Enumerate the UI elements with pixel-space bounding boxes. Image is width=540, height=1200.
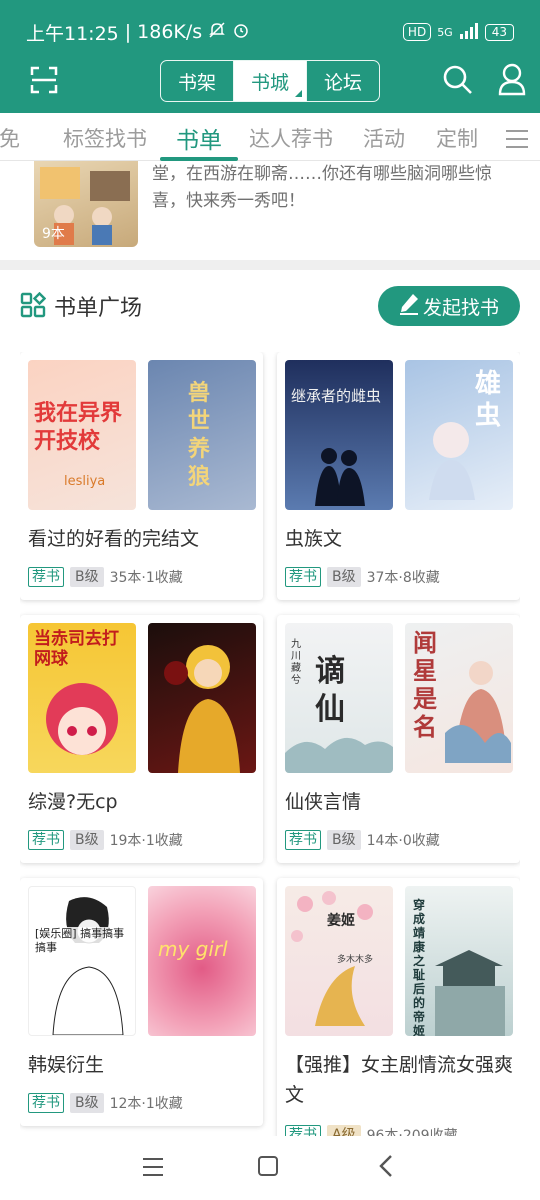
hd-icon: HD (402, 23, 432, 41)
book-cover: 兽世养狼 (148, 360, 256, 510)
book-cover: 当赤司去打网球 (28, 623, 136, 773)
book-cover: 继承者的雌虫 (285, 360, 393, 510)
card-covers: 继承者的雌虫 雄虫 (285, 360, 513, 512)
segment-bookstore[interactable]: 书城 (233, 61, 306, 101)
alarm-icon (232, 21, 250, 44)
card-stats: 19本·1收藏 (109, 833, 183, 849)
status-speed: 186K/s (137, 21, 203, 43)
level-badge: B级 (70, 1093, 104, 1113)
level-badge: B级 (327, 830, 361, 850)
home-icon[interactable] (258, 1156, 278, 1176)
card-title: 【强推】女主剧情流女强爽文 (285, 1054, 514, 1106)
system-nav-bar (0, 1136, 540, 1200)
level-badge: B级 (70, 567, 104, 587)
book-cover (148, 623, 256, 773)
card-tags: 荐书 B级 14本·0收藏 (285, 830, 440, 850)
card-tags: 荐书 A级 96本·209收藏 (285, 1125, 458, 1136)
tab-menu-icon[interactable] (506, 130, 528, 148)
section-header: 书单广场 发起找书 (0, 270, 540, 342)
book-cover: [娱乐圈] 搞事搞事搞事 (28, 886, 136, 1036)
card-stats: 14本·0收藏 (366, 833, 440, 849)
card-covers: 谪仙 九川藏兮 闻星是名 (285, 623, 513, 775)
card-covers: [娱乐圈] 搞事搞事搞事 my girl (28, 886, 256, 1038)
card-title: 虫族文 (285, 528, 343, 550)
booklist-cover: 9本 (34, 161, 138, 247)
card-title: 综漫?无cp (28, 791, 118, 813)
card-tags: 荐书 B级 12本·1收藏 (28, 1093, 183, 1113)
recommend-badge: 荐书 (28, 567, 64, 587)
card-stats: 37本·8收藏 (366, 570, 440, 586)
tab-custom[interactable]: 定制 (436, 123, 478, 153)
card-tags: 荐书 B级 19本·1收藏 (28, 830, 183, 850)
booklist-description: 堂，在西游在聊斋……你还有哪些脑洞哪些惊喜，快来秀一秀吧！ (152, 164, 492, 211)
recommend-badge: 荐书 (28, 830, 64, 850)
level-badge: A级 (327, 1125, 361, 1136)
booklist-card[interactable]: 我在异界开技校 lesliya 兽世养狼 看过的好看的完结文 荐书 B级 35本… (20, 352, 263, 600)
card-title: 韩娱衍生 (28, 1054, 105, 1076)
tab-free[interactable]: 限免 (0, 123, 20, 153)
previous-booklist-item[interactable]: 9本 堂，在西游在聊斋……你还有哪些脑洞哪些惊喜，快来秀一秀吧！ (0, 161, 540, 257)
main-segment-control: 书架 书城 论坛 (160, 60, 380, 102)
segment-forum[interactable]: 论坛 (306, 61, 379, 101)
card-title: 仙侠言情 (285, 791, 362, 813)
card-covers: 我在异界开技校 lesliya 兽世养狼 (28, 360, 256, 512)
recommend-badge: 荐书 (285, 830, 321, 850)
recommend-badge: 荐书 (285, 1125, 321, 1136)
card-tags: 荐书 B级 37本·8收藏 (285, 567, 440, 587)
book-cover: 姜姬 多木木多 (285, 886, 393, 1036)
signal-icon (459, 22, 479, 42)
booklist-square-icon (20, 291, 47, 318)
recent-apps-icon[interactable] (143, 1158, 163, 1176)
booklist-card[interactable]: 谪仙 九川藏兮 闻星是名 仙侠言情 荐书 B级 14本·0收藏 (277, 615, 520, 863)
card-title: 看过的好看的完结文 (28, 528, 200, 550)
level-badge: B级 (70, 830, 104, 850)
card-stats: 96本·209收藏 (366, 1128, 458, 1136)
book-cover: 谪仙 九川藏兮 (285, 623, 393, 773)
card-covers: 姜姬 多木木多 穿成靖康之耻后的帝姬 (285, 886, 513, 1038)
pencil-icon (399, 293, 419, 320)
user-icon[interactable] (496, 62, 528, 96)
category-tabs: 限免 标签找书 书单 达人荐书 活动 定制 (0, 113, 540, 161)
tab-tag-search[interactable]: 标签找书 (63, 123, 147, 153)
app-root: 上午11:25 | 186K/s HD 5G 43 书架 书城 论坛 免 标签找… (0, 0, 540, 1200)
tab-activity[interactable]: 活动 (363, 123, 405, 153)
tab-booklist[interactable]: 书单 (176, 121, 222, 155)
top-header: 上午11:25 | 186K/s HD 5G 43 书架 书城 论坛 (0, 0, 540, 113)
level-badge: B级 (327, 567, 361, 587)
recommend-badge: 荐书 (285, 567, 321, 587)
battery-icon: 43 (484, 23, 514, 41)
status-time: 上午11:25 (26, 22, 119, 45)
booklist-card[interactable]: 姜姬 多木木多 穿成靖康之耻后的帝姬 【强推】女主剧情流女强爽文 荐书 A级 9… (277, 878, 520, 1136)
status-bar: 上午11:25 | 186K/s HD 5G 43 (26, 18, 514, 46)
search-icon[interactable] (442, 64, 474, 96)
scan-icon[interactable] (30, 66, 58, 94)
card-tags: 荐书 B级 35本·1收藏 (28, 567, 183, 587)
card-covers: 当赤司去打网球 (28, 623, 256, 775)
book-cover: 雄虫 (405, 360, 513, 510)
booklist-card[interactable]: [娱乐圈] 搞事搞事搞事 my girl 韩娱衍生 荐书 B级 12本·1收藏 (20, 878, 263, 1126)
card-stats: 12本·1收藏 (109, 1096, 183, 1112)
mute-icon (208, 21, 226, 44)
segment-bookshelf[interactable]: 书架 (161, 61, 233, 101)
booklist-card[interactable]: 当赤司去打网球 综漫?无cp 荐书 B级 19本·1收藏 (20, 615, 263, 863)
launch-search-button[interactable]: 发起找书 (378, 286, 520, 326)
dropdown-corner-icon (295, 90, 302, 97)
booklist-count: 9本 (42, 226, 65, 242)
book-cover: 穿成靖康之耻后的帝姬 (405, 886, 513, 1036)
card-stats: 35本·1收藏 (109, 570, 183, 586)
network-label: 5G (437, 25, 453, 39)
booklist-card[interactable]: 继承者的雌虫 雄虫 虫族文 荐书 B级 37本·8收藏 (277, 352, 520, 600)
section-title: 书单广场 (54, 296, 143, 321)
book-cover: 闻星是名 (405, 623, 513, 773)
booklist-grid: 我在异界开技校 lesliya 兽世养狼 看过的好看的完结文 荐书 B级 35本… (20, 352, 520, 1136)
book-cover: my girl (148, 886, 256, 1036)
tab-expert-recommend[interactable]: 达人荐书 (249, 123, 333, 153)
book-cover: 我在异界开技校 lesliya (28, 360, 136, 510)
back-icon[interactable] (376, 1154, 396, 1178)
section-divider (0, 260, 540, 270)
recommend-badge: 荐书 (28, 1093, 64, 1113)
